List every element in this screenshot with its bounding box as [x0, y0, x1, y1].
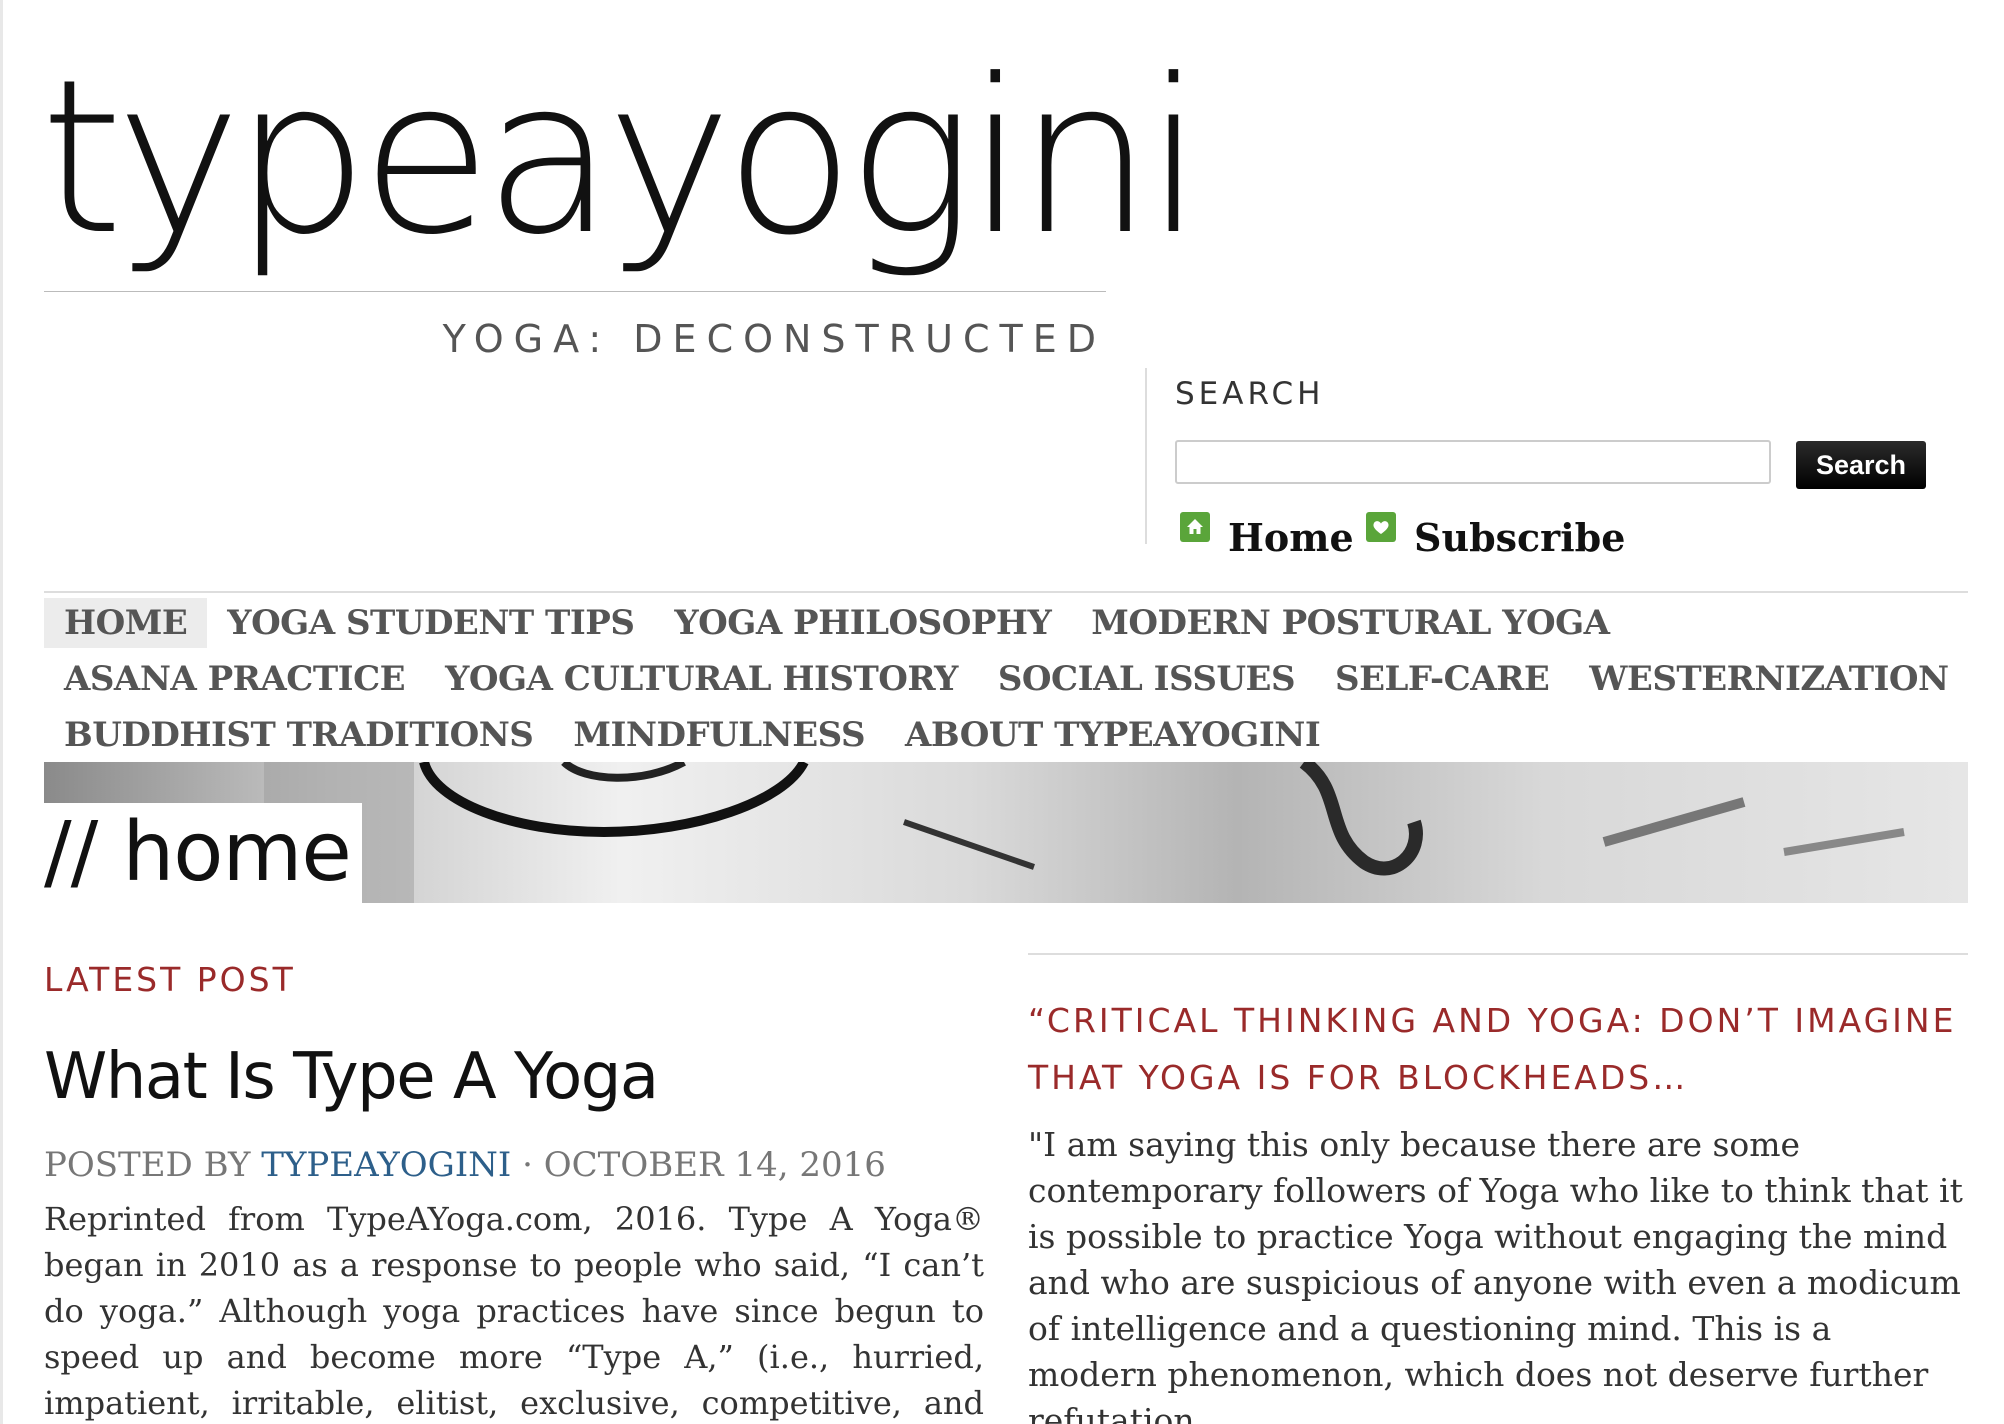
widget-divider: [1145, 368, 1147, 544]
post-excerpt: Reprinted from TypeAYoga.com, 2016. Type…: [44, 1200, 984, 1422]
nav-item-yoga-student-tips[interactable]: YOGA STUDENT TIPS: [207, 598, 654, 648]
quote-widget-title: “CRITICAL THINKING AND YOGA: DON’T IMAGI…: [1028, 1001, 1957, 1097]
nav-row-3: BUDDHIST TRADITIONS MINDFULNESS ABOUT TY…: [44, 710, 1340, 760]
nav-row-2: ASANA PRACTICE YOGA CULTURAL HISTORY SOC…: [44, 654, 1969, 704]
site-tagline: YOGA: DECONSTRUCTED: [442, 317, 1106, 361]
nav-item-social-issues[interactable]: SOCIAL ISSUES: [978, 654, 1315, 704]
quote-divider: [1028, 953, 1968, 955]
page-left-border: [0, 0, 3, 1424]
post-author-link[interactable]: TYPEAYOGINI: [261, 1145, 511, 1185]
latest-post-label: LATEST POST: [44, 960, 296, 999]
search-widget-title: SEARCH: [1175, 376, 1325, 412]
post-date: OCTOBER 14, 2016: [543, 1145, 886, 1185]
meta-separator: ·: [522, 1145, 533, 1185]
post-meta: POSTED BY TYPEAYOGINI · OCTOBER 14, 2016: [44, 1145, 886, 1185]
nav-row-1: HOME YOGA STUDENT TIPS YOGA PHILOSOPHY M…: [44, 598, 1630, 648]
home-icon: [1180, 512, 1210, 542]
site-logo[interactable]: typeayogini: [40, 52, 1204, 265]
nav-item-mindfulness[interactable]: MINDFULNESS: [553, 710, 885, 760]
home-link[interactable]: Home: [1180, 512, 1354, 562]
nav-item-home[interactable]: HOME: [44, 598, 208, 648]
nav-item-asana-practice[interactable]: ASANA PRACTICE: [44, 654, 425, 704]
logo-divider: [44, 291, 1106, 292]
nav-item-yoga-philosophy[interactable]: YOGA PHILOSOPHY: [654, 598, 1071, 648]
search-button[interactable]: Search: [1796, 441, 1926, 489]
subscribe-link[interactable]: Subscribe: [1366, 512, 1625, 562]
nav-item-buddhist-traditions[interactable]: BUDDHIST TRADITIONS: [44, 710, 553, 760]
heart-icon: [1366, 512, 1396, 542]
nav-top-divider: [44, 591, 1968, 593]
nav-item-about-typeayogini[interactable]: ABOUT TYPEAYOGINI: [885, 710, 1340, 760]
subscribe-link-label: Subscribe: [1414, 514, 1626, 560]
nav-item-self-care[interactable]: SELF-CARE: [1315, 654, 1569, 704]
nav-item-modern-postural-yoga[interactable]: MODERN POSTURAL YOGA: [1071, 598, 1629, 648]
quote-text: "I am saying this only because there are…: [1028, 1125, 1963, 1424]
search-input[interactable]: [1175, 440, 1771, 484]
nav-item-yoga-cultural-history[interactable]: YOGA CULTURAL HISTORY: [425, 654, 978, 704]
post-title[interactable]: What Is Type A Yoga: [44, 1040, 659, 1114]
page-title: // home: [44, 803, 362, 903]
home-link-label: Home: [1228, 514, 1354, 560]
nav-item-westernization[interactable]: WESTERNIZATION: [1569, 654, 1968, 704]
posted-by-label: POSTED BY: [44, 1145, 251, 1185]
